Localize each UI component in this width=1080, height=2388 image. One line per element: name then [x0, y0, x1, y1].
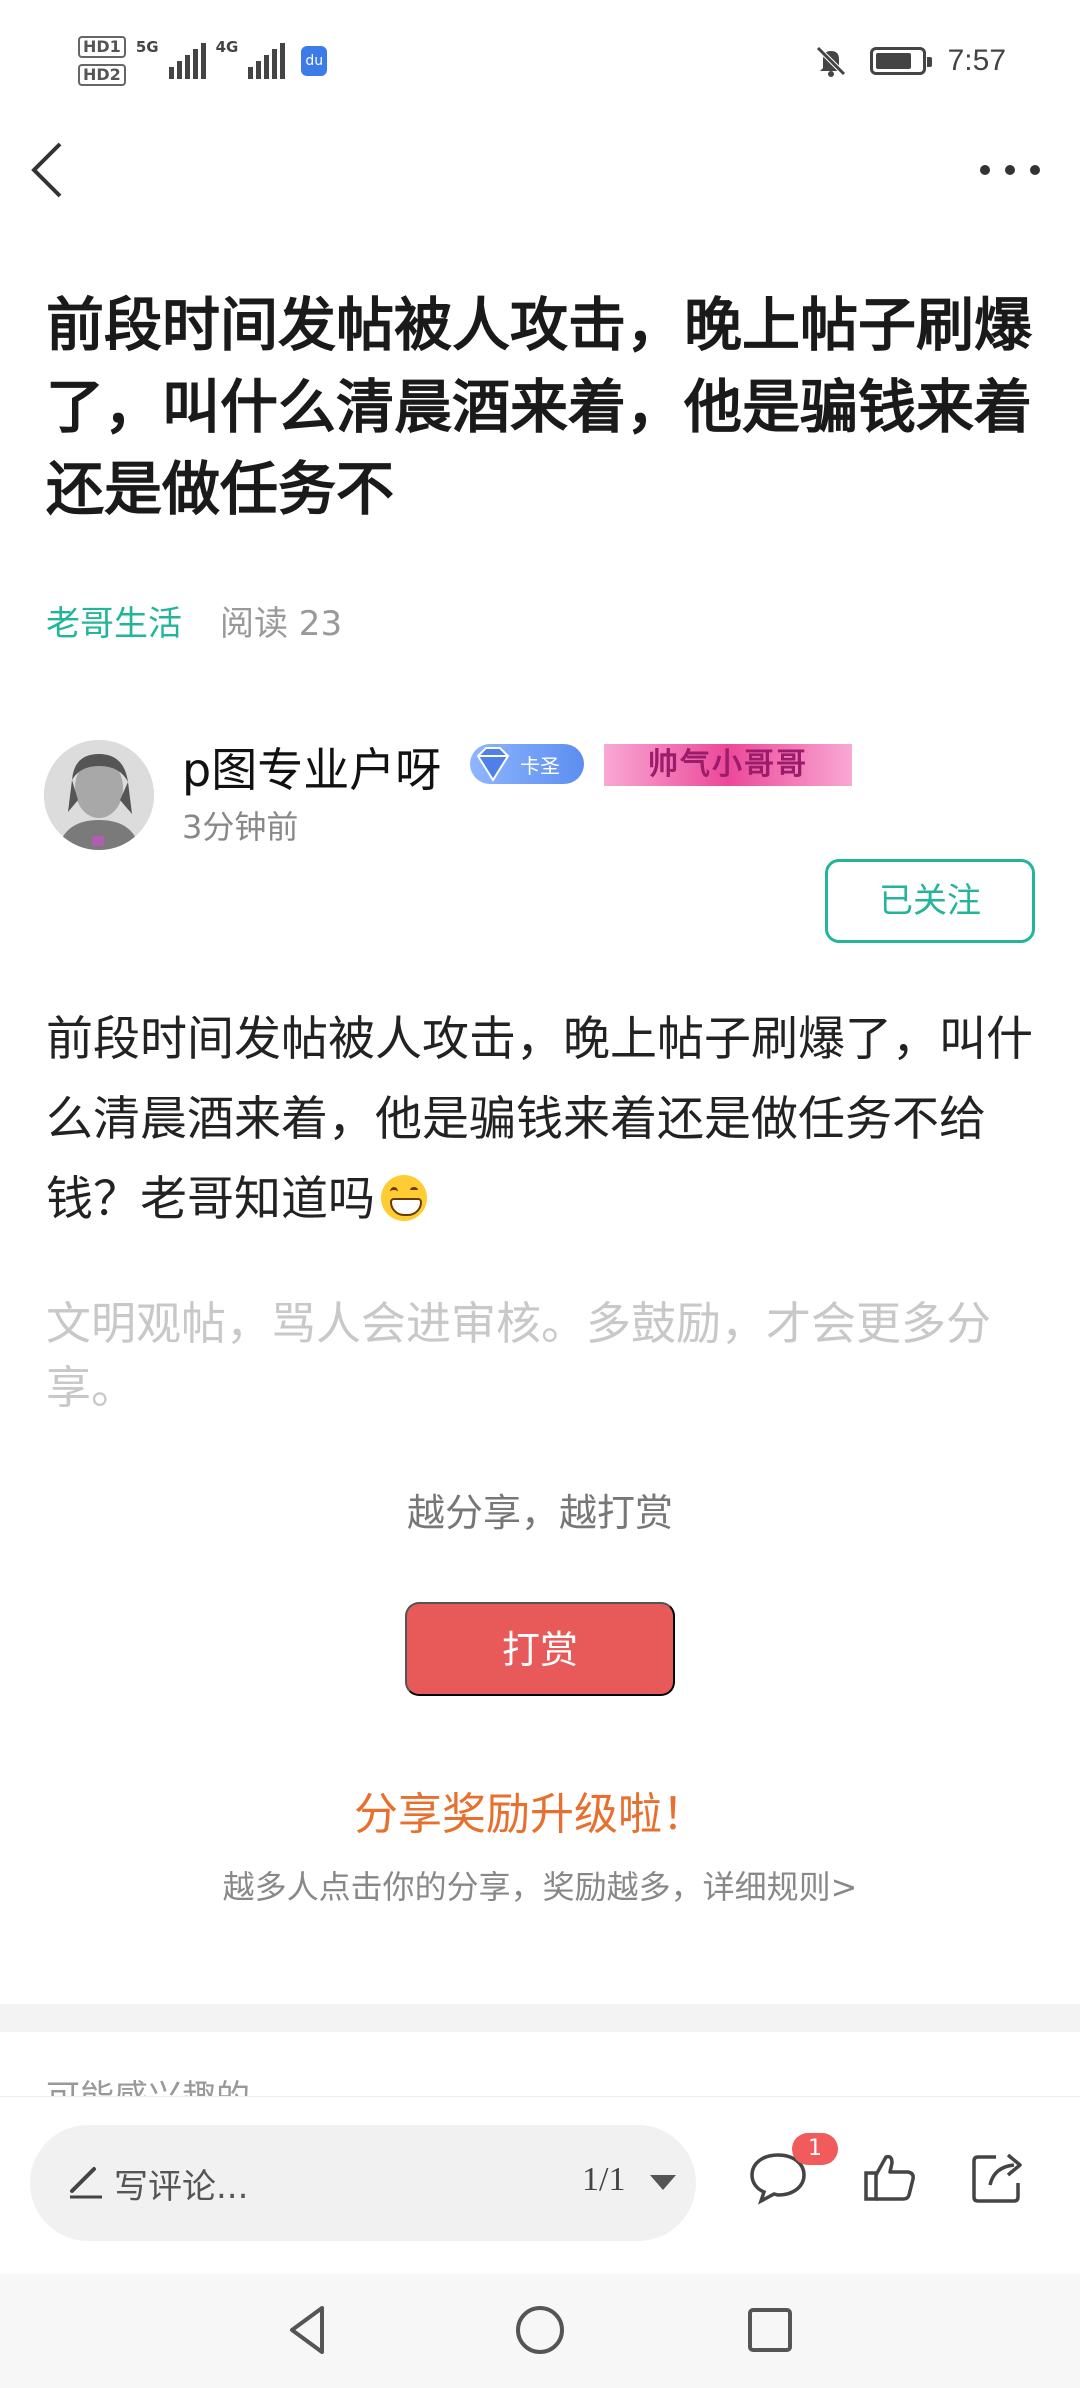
- more-options-button[interactable]: [980, 152, 1040, 188]
- share-rule-link[interactable]: 越多人点击你的分享，奖励越多，详细规则>: [0, 1862, 1080, 1908]
- comment-count-badge: 1: [792, 2133, 838, 2165]
- share-icon[interactable]: [966, 2145, 1030, 2209]
- status-right: 7:57: [814, 44, 1006, 78]
- pen-icon: [70, 2167, 102, 2199]
- share-upgrade-title: 分享奖励升级啦！: [354, 1789, 706, 1840]
- signal-bars-2-icon: [248, 43, 286, 79]
- read-count: 阅读 23: [220, 604, 343, 644]
- comment-input[interactable]: 写评论... 1/1: [30, 2125, 696, 2241]
- status-left: HD1 HD2 5G 4G du: [78, 36, 328, 86]
- avatar-portrait-icon: [44, 740, 154, 850]
- post-body: 前段时间发帖被人攻击，晚上帖子刷爆了，叫什么清晨酒来着，他是骗钱来着还是做任务不…: [46, 1000, 1036, 1240]
- action-bar: 写评论... 1/1 1: [0, 2096, 1080, 2274]
- back-arrow-icon[interactable]: [26, 138, 70, 202]
- more-dot-icon: [1005, 165, 1015, 175]
- nav-back-icon[interactable]: [278, 2300, 338, 2360]
- post-body-text: 前段时间发帖被人攻击，晚上帖子刷爆了，叫什么清晨酒来着，他是骗钱来着还是做任务不…: [46, 1012, 1033, 1227]
- author-avatar[interactable]: [44, 740, 154, 850]
- title-badge: 帅气小哥哥: [604, 744, 852, 786]
- page-indicator[interactable]: 1/1: [582, 2161, 625, 2199]
- system-nav-bar: [0, 2274, 1080, 2388]
- caret-down-icon[interactable]: [650, 2175, 676, 2190]
- follow-button[interactable]: 已关注: [825, 859, 1035, 943]
- post-meta: 老哥生活 阅读 23: [46, 596, 342, 645]
- signal-bars-1-icon: [168, 43, 206, 79]
- network-4g-label: 4G: [215, 38, 239, 56]
- sim2-label: HD2: [78, 64, 126, 86]
- status-bar: HD1 HD2 5G 4G du 7:57: [0, 0, 1080, 130]
- more-dot-icon: [1030, 165, 1040, 175]
- level-badge-text: 卡圣: [520, 753, 560, 778]
- level-badge: 卡圣: [470, 744, 584, 784]
- recommend-label: 可能感兴趣的: [46, 2070, 250, 2096]
- nav-recents-icon[interactable]: [740, 2300, 800, 2360]
- post-time: 3分钟前: [182, 808, 299, 846]
- civil-note: 文明观帖，骂人会进审核。多鼓励，才会更多分享。: [46, 1297, 992, 1414]
- forum-link[interactable]: 老哥生活: [46, 596, 182, 645]
- more-dot-icon: [980, 165, 990, 175]
- comment-placeholder: 写评论...: [114, 2167, 249, 2207]
- post-title: 前段时间发帖被人攻击，晚上帖子刷爆了，叫什么清晨酒来着，他是骗钱来着还是做任务不: [46, 291, 1033, 523]
- section-divider: [0, 2004, 1080, 2032]
- grinning-face-icon: [381, 1175, 427, 1221]
- bell-muted-icon: [815, 46, 846, 77]
- sim-indicators: HD1 HD2: [78, 36, 126, 86]
- nav-home-icon[interactable]: [510, 2300, 570, 2360]
- reward-button[interactable]: 打赏: [405, 1602, 675, 1696]
- author-name[interactable]: p图专业户呀: [182, 734, 441, 800]
- status-time: 7:57: [947, 44, 1006, 77]
- network-5g-label: 5G: [135, 38, 159, 56]
- battery-icon: [869, 47, 932, 75]
- reward-hint: 越分享，越打赏: [406, 1491, 673, 1535]
- diamond-icon: [476, 747, 510, 782]
- baidu-app-icon: du: [301, 46, 328, 76]
- sim1-label: HD1: [78, 36, 126, 58]
- thumbs-up-icon[interactable]: [858, 2145, 922, 2209]
